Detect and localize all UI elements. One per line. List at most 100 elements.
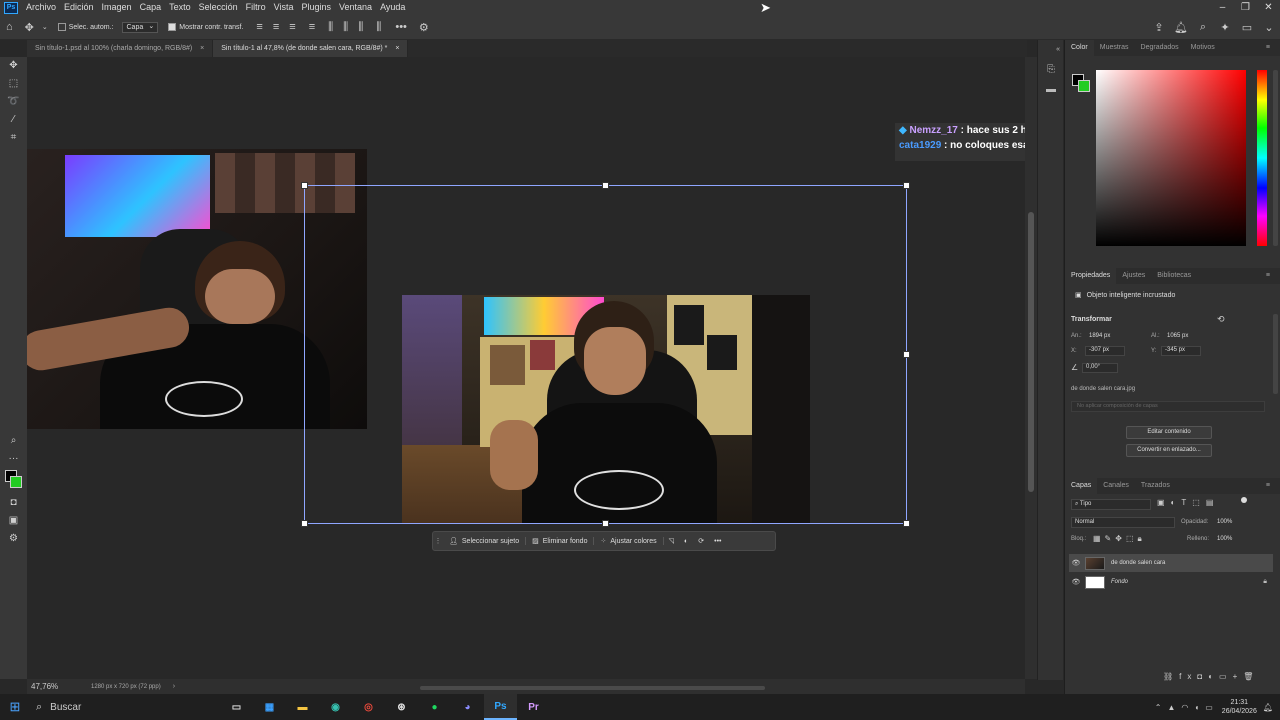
edit-content-button[interactable]: Editar contenido (1126, 426, 1212, 439)
panel-menu-icon[interactable]: ≡ (1260, 478, 1276, 494)
distribute-v-icon[interactable]: ⫼ (376, 21, 381, 34)
background-swatch[interactable] (10, 476, 22, 488)
comments-icon[interactable]: ▬ (1038, 80, 1064, 100)
edit-toolbar-icon[interactable]: ⚙ (0, 530, 27, 548)
tab-de-donde-salen-cara[interactable]: Sin título-1 al 47,8% (de donde salen ca… (213, 40, 409, 57)
menu-archivo[interactable]: Archivo (22, 0, 60, 15)
transform-handle[interactable] (903, 182, 910, 189)
zoom-tool-icon[interactable]: ⌕ (0, 432, 27, 450)
menu-texto[interactable]: Texto (165, 0, 195, 15)
transform-handle[interactable] (602, 520, 609, 527)
panel-menu-icon[interactable]: ≡ (1260, 40, 1276, 56)
battery-icon[interactable]: ▭ (1205, 703, 1213, 712)
search-icon[interactable]: ⌕ (1192, 21, 1214, 34)
share-icon[interactable]: ⇪ (1148, 21, 1170, 34)
filter-toggle[interactable] (1241, 497, 1247, 503)
drag-handle-icon[interactable]: ⋮ (433, 537, 443, 545)
hue-slider[interactable] (1257, 70, 1267, 246)
tab-muestras[interactable]: Muestras (1094, 40, 1135, 56)
task-view-icon[interactable]: ▭ (220, 694, 253, 720)
align-center-icon[interactable]: ≡ (273, 21, 279, 33)
screen-mode-icon[interactable]: ▣ (0, 512, 27, 530)
chrome-icon[interactable]: ◎ (352, 694, 385, 720)
photoshop-taskbar-icon[interactable]: Ps (484, 694, 517, 720)
transform-handle[interactable] (301, 182, 308, 189)
fill-field[interactable]: 100% (1217, 536, 1232, 542)
chevron-down-icon[interactable]: ⌄ (42, 23, 48, 31)
menu-imagen[interactable]: Imagen (98, 0, 136, 15)
status-chevron-icon[interactable]: › (173, 683, 175, 690)
restore-button[interactable]: ❐ (1234, 0, 1257, 15)
tab-bibliotecas[interactable]: Bibliotecas (1151, 268, 1197, 284)
layer-select-dropdown[interactable]: Capa (121, 21, 159, 33)
workspace-chevron-icon[interactable]: ⌄ (1258, 21, 1280, 34)
blend-mode-select[interactable]: Normal (1071, 517, 1175, 528)
contrast-icon[interactable]: ◐ (679, 538, 693, 545)
menu-vista[interactable]: Vista (270, 0, 298, 15)
align-left-icon[interactable]: ≡ (256, 21, 262, 33)
history-icon[interactable]: ⎘ (1038, 60, 1064, 80)
color-field[interactable] (1096, 70, 1246, 246)
network-icon[interactable]: ◠ (1181, 703, 1188, 712)
distribute-icon[interactable]: ≡ (309, 21, 315, 33)
remove-background-button[interactable]: ▨ Eliminar fondo (525, 537, 593, 545)
show-transform-checkbox[interactable] (168, 23, 177, 31)
menu-ventana[interactable]: Ventana (335, 0, 376, 15)
align-right-icon[interactable]: ≡ (289, 21, 295, 33)
home-icon[interactable]: ⌂ (6, 21, 13, 33)
tab-canales[interactable]: Canales (1097, 478, 1135, 494)
filter-icons[interactable]: ▣◐T⬚▤ (1157, 498, 1219, 507)
document-canvas[interactable]: ◆ Nemzz_17 : hace sus 2 horas oe cata192… (27, 57, 1025, 679)
tab-capas[interactable]: Capas (1065, 478, 1098, 494)
menu-seleccion[interactable]: Selección (195, 0, 242, 15)
store-icon[interactable]: ▦ (253, 694, 286, 720)
tab-close-icon[interactable]: × (395, 45, 399, 52)
auto-select-checkbox[interactable] (57, 23, 66, 31)
tab-charla-domingo[interactable]: Sin título-1.psd al 100% (charla domingo… (27, 40, 214, 57)
edge-icon[interactable]: ◉ (319, 694, 352, 720)
tab-degradados[interactable]: Degradados (1135, 40, 1185, 56)
vertical-scrollbar[interactable] (1025, 57, 1037, 679)
menu-ayuda[interactable]: Ayuda (376, 0, 409, 15)
convert-linked-button[interactable]: Convertir en enlazado... (1126, 444, 1212, 457)
layer-row-active[interactable]: 👁︎ de donde salen cara (1069, 554, 1273, 572)
collapse-icon[interactable]: « (1038, 40, 1064, 60)
horizontal-scroll-thumb[interactable] (420, 686, 765, 690)
select-subject-button[interactable]: 👤︎ Seleccionar sujeto (443, 537, 525, 546)
discover-icon[interactable]: ✦ (1214, 21, 1236, 34)
properties-scrollbar[interactable] (1273, 314, 1278, 394)
tray-chevron-icon[interactable]: ⌃ (1155, 703, 1162, 712)
file-explorer-icon[interactable]: ▬ (286, 694, 319, 720)
layer-comp-select[interactable]: No aplicar composición de capas (1071, 401, 1265, 412)
background-swatch[interactable] (1078, 80, 1090, 92)
transform-handle[interactable] (903, 351, 910, 358)
menu-plugins[interactable]: Plugins (298, 0, 336, 15)
menu-filtro[interactable]: Filtro (242, 0, 270, 15)
layer-actions[interactable]: ⛓fx◘◐▭+🗑︎ (1163, 672, 1259, 681)
width-field[interactable]: 1894 px (1089, 333, 1110, 339)
tab-ajustes[interactable]: Ajustes (1116, 268, 1151, 284)
menu-edicion[interactable]: Edición (60, 0, 98, 15)
move-tool-icon[interactable]: ✥ (0, 57, 27, 75)
taskbar-search[interactable]: ⌕ Buscar (30, 694, 220, 720)
angle-field[interactable]: 0,00° (1082, 363, 1118, 373)
settings-gear-icon[interactable]: ⚙ (419, 21, 429, 34)
more-icon[interactable]: ••• (709, 538, 726, 545)
menu-capa[interactable]: Capa (136, 0, 166, 15)
tab-motivos[interactable]: Motivos (1185, 40, 1221, 56)
scroll-thumb[interactable] (1028, 212, 1034, 492)
marquee-tool-icon[interactable]: ⬚ (0, 75, 27, 93)
reset-transform-icon[interactable]: ⟲ (1217, 314, 1225, 325)
height-field[interactable]: 1065 px (1167, 333, 1188, 339)
transform-handle[interactable] (602, 182, 609, 189)
premiere-taskbar-icon[interactable]: Pr (517, 694, 550, 720)
generative-icon[interactable]: ⟳ (693, 537, 709, 545)
align-top-icon[interactable]: ⫼ (328, 21, 333, 34)
crop-tool-icon[interactable]: ⌗ (0, 129, 27, 147)
more-tools-icon[interactable]: ··· (0, 450, 27, 468)
visibility-eye-icon[interactable]: 👁︎ (1069, 559, 1083, 567)
more-options-icon[interactable]: ••• (395, 21, 407, 33)
lasso-tool-icon[interactable]: ➰ (0, 93, 27, 111)
zoom-level[interactable]: 47,76% (31, 682, 91, 691)
magic-wand-icon[interactable]: ⁄ (0, 111, 27, 129)
